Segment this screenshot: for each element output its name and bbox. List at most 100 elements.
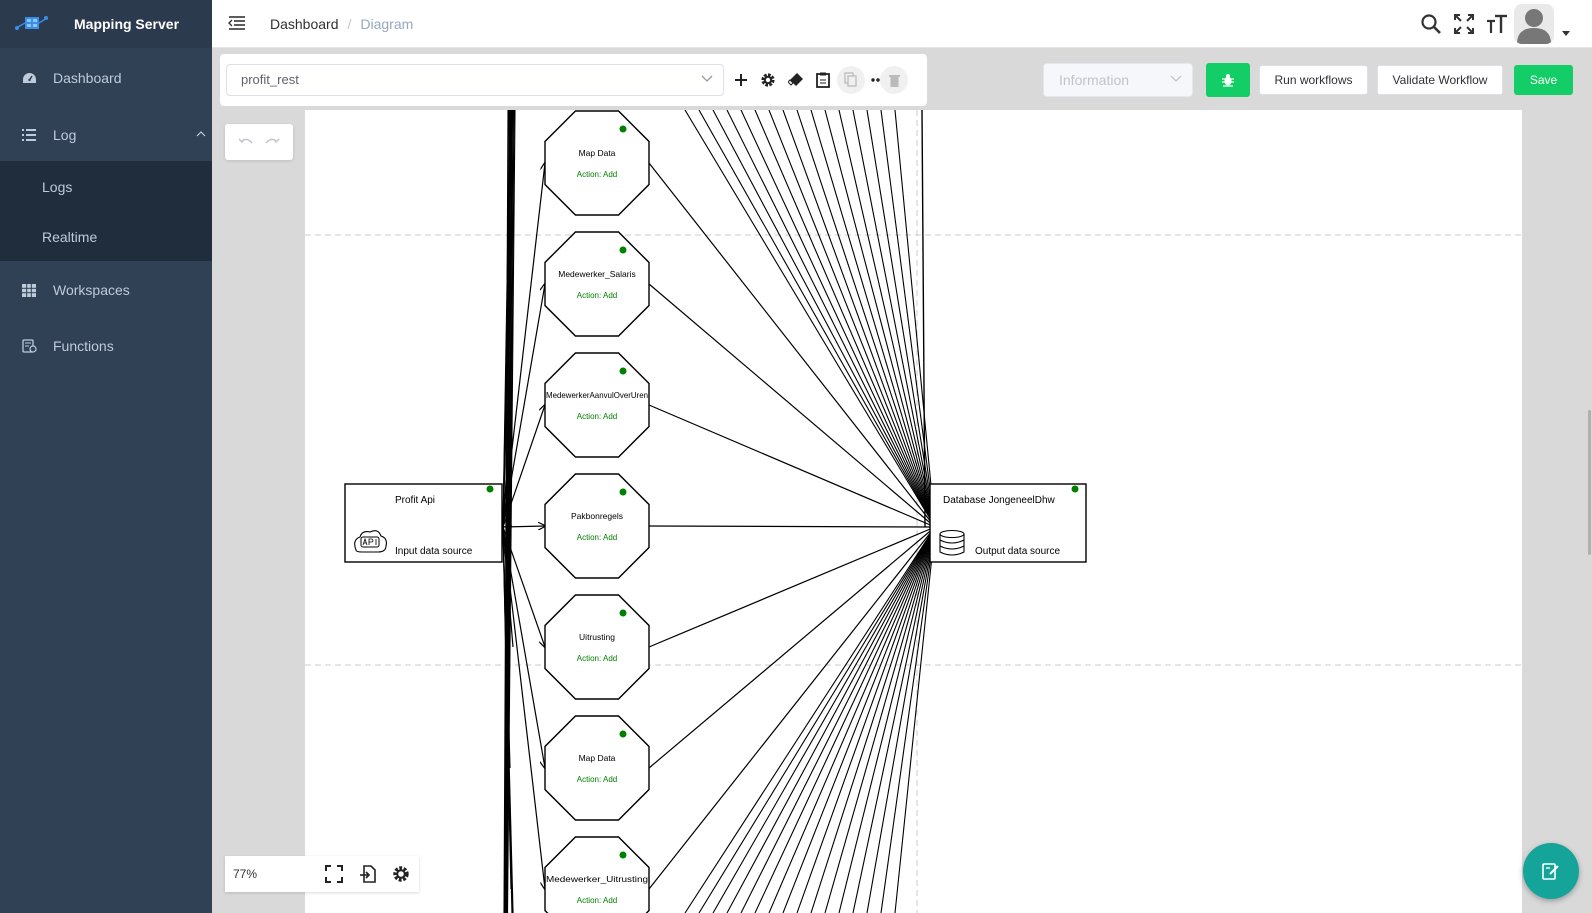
- status-dot: [619, 730, 627, 738]
- mapping-node: Map Data Action: Add: [544, 715, 650, 821]
- edge-line: [810, 526, 936, 913]
- status-dot: [619, 367, 627, 375]
- status-dot: [619, 851, 627, 859]
- menu-fold-icon[interactable]: [228, 14, 246, 32]
- node-title: Map Data: [579, 753, 616, 763]
- redo-icon[interactable]: [264, 137, 280, 147]
- mapping-node: Uitrusting Action: Add: [544, 594, 650, 700]
- validate-workflow-button[interactable]: Validate Workflow: [1377, 65, 1503, 95]
- app-title: Mapping Server: [74, 16, 180, 32]
- breadcrumb-separator: /: [347, 16, 352, 32]
- add-icon: [735, 74, 747, 86]
- user-icon: [1517, 9, 1551, 44]
- node-shape: [544, 110, 650, 216]
- settings-icon[interactable]: [391, 864, 411, 884]
- status-dot: [486, 485, 494, 493]
- edge-line: [648, 526, 936, 648]
- diagram-graph[interactable]: Map Data Action: Add Medewerker_Salaris Act…: [305, 110, 1522, 913]
- sidebar-item-label: Log: [53, 127, 77, 143]
- node-title: MedewerkerAanvulOverUren: [546, 390, 648, 400]
- edit-fab-button[interactable]: [1523, 843, 1579, 899]
- brand: Mapping Server: [0, 0, 212, 48]
- node-shape: [544, 594, 650, 700]
- bug-icon: [1222, 74, 1234, 87]
- edge-line: [712, 110, 936, 528]
- edge-line: [782, 110, 936, 528]
- edge-line: [852, 526, 936, 913]
- caret-down-icon[interactable]: [1562, 31, 1570, 36]
- sidebar-item-label: Dashboard: [53, 70, 122, 86]
- breadcrumb-diagram: Diagram: [360, 16, 414, 32]
- search-icon[interactable]: [1420, 13, 1442, 35]
- paste-button[interactable]: [811, 68, 835, 92]
- diagram-canvas[interactable]: Map Data Action: Add Medewerker_Salaris Act…: [305, 110, 1522, 913]
- edge-line: [782, 526, 936, 913]
- node-shape: [544, 352, 650, 458]
- fullscreen-icon[interactable]: [1453, 13, 1475, 35]
- eraser-icon: [788, 73, 803, 86]
- sidebar-item-label: Logs: [42, 179, 73, 195]
- node-title: Pakbonregels: [571, 511, 623, 521]
- settings-button[interactable]: [756, 68, 780, 92]
- eraser-button[interactable]: [784, 68, 808, 92]
- edge-line: [838, 110, 936, 528]
- navbar: Dashboard / Diagram: [212, 0, 1592, 48]
- scrollbar[interactable]: [1588, 410, 1591, 555]
- mapping-node: Pakbonregels Action: Add: [544, 473, 650, 579]
- copy-button[interactable]: [837, 66, 865, 94]
- edge-line: [648, 404, 936, 528]
- dashboard-icon: [21, 70, 37, 86]
- edge-line: [726, 526, 936, 913]
- save-button[interactable]: Save: [1514, 65, 1573, 95]
- workflow-select[interactable]: profit_rest: [226, 64, 724, 96]
- sidebar-item-label: Realtime: [42, 229, 98, 245]
- functions-icon: [21, 338, 37, 354]
- sidebar-item-label: Functions: [53, 338, 114, 354]
- sidebar-item-log[interactable]: Log: [0, 107, 212, 163]
- node-action: Action: Add: [577, 896, 617, 905]
- sidebar-item-dashboard[interactable]: Dashboard: [0, 50, 212, 106]
- sidebar-item-functions[interactable]: Functions: [0, 318, 212, 374]
- grid-icon: [21, 282, 37, 298]
- target-node: Database JongeneelDhw Output data source: [929, 483, 1087, 563]
- source-subtitle: Input data source: [395, 546, 473, 557]
- debug-button[interactable]: [1206, 63, 1250, 97]
- edge-line: [838, 526, 936, 913]
- chevron-down-icon: [1170, 75, 1182, 82]
- edge-line: [684, 526, 936, 913]
- log-level-select[interactable]: Information: [1043, 63, 1193, 97]
- sidebar-item-label: Workspaces: [53, 282, 130, 298]
- export-icon[interactable]: [359, 864, 379, 884]
- edge-line: [648, 525, 936, 528]
- edge-line: [824, 526, 936, 913]
- mapping-node: MedewerkerAanvulOverUren Action: Add: [544, 352, 650, 458]
- sidebar-item-logs[interactable]: Logs: [0, 162, 212, 212]
- undo-icon[interactable]: [238, 137, 254, 147]
- status-dot: [619, 125, 627, 133]
- target-title: Database JongeneelDhw: [943, 495, 1056, 506]
- workflow-select-value: profit_rest: [241, 72, 299, 87]
- chevron-down-icon: [701, 75, 713, 82]
- breadcrumb-dashboard[interactable]: Dashboard: [270, 16, 339, 32]
- fit-screen-icon[interactable]: [324, 864, 344, 884]
- node-title: Medewerker_Uitrusting: [546, 874, 648, 884]
- delete-button[interactable]: [880, 66, 908, 94]
- edit-icon: [1542, 863, 1559, 880]
- status-dot: [1071, 485, 1079, 493]
- trash-icon: [888, 74, 900, 87]
- add-button[interactable]: [729, 68, 753, 92]
- edge-line: [648, 283, 936, 528]
- node-shape: [544, 715, 650, 821]
- avatar[interactable]: [1514, 4, 1554, 44]
- status-dot: [619, 488, 627, 496]
- node-action: Action: Add: [577, 170, 617, 179]
- edge-line: [768, 110, 936, 528]
- edge-line: [698, 526, 936, 913]
- text-size-icon[interactable]: [1486, 13, 1508, 35]
- target-subtitle: Output data source: [975, 546, 1060, 557]
- sidebar-item-realtime[interactable]: Realtime: [0, 212, 212, 262]
- node-title: Medewerker_Salaris: [558, 269, 635, 279]
- sidebar-item-workspaces[interactable]: Workspaces: [0, 262, 212, 318]
- edge-line: [768, 526, 936, 913]
- run-workflows-button[interactable]: Run workflows: [1259, 65, 1368, 95]
